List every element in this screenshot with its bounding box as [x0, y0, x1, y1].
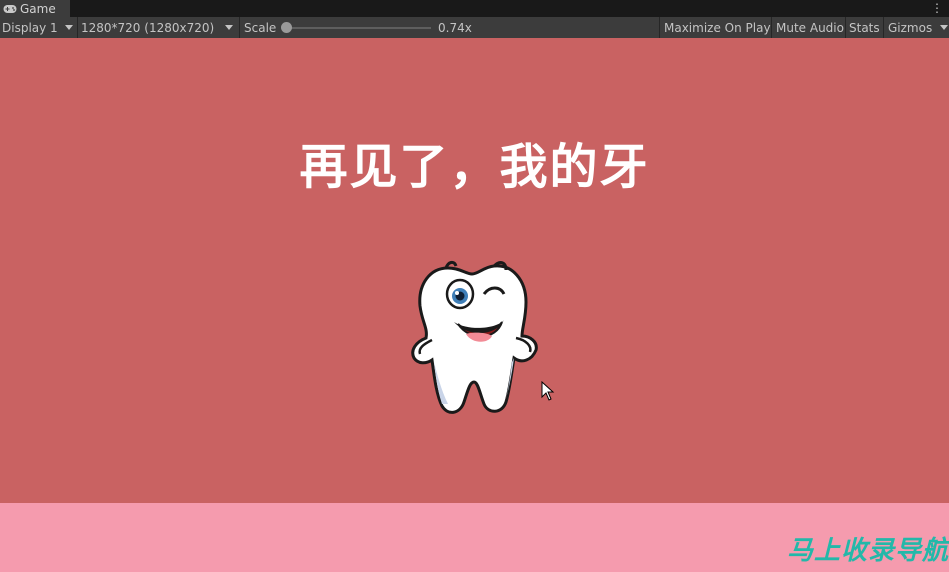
tab-game-label: Game — [20, 1, 56, 16]
mute-audio-toggle[interactable]: Mute Audio — [776, 17, 844, 38]
resolution-dropdown[interactable]: 1280*720 (1280x720) — [81, 17, 237, 38]
stats-toggle[interactable]: Stats — [849, 17, 880, 38]
scale-label: Scale — [244, 20, 277, 35]
mouse-pointer-icon — [541, 381, 555, 401]
chevron-down-icon — [225, 25, 233, 30]
tab-game[interactable]: Game — [0, 0, 70, 17]
resolution-dropdown-label: 1280*720 (1280x720) — [81, 20, 215, 35]
watermark-text: 马上收录导航 — [786, 536, 949, 566]
tooth-character[interactable] — [408, 254, 542, 416]
game-title: 再见了，我的牙 — [299, 139, 650, 195]
gizmos-dropdown[interactable]: Gizmos — [888, 17, 949, 38]
maximize-on-play-toggle[interactable]: Maximize On Play — [664, 17, 771, 38]
scale-slider-handle[interactable] — [281, 22, 292, 33]
window-tab-bar: Game ⋮ — [0, 0, 949, 17]
gamepad-icon — [3, 4, 17, 13]
chevron-down-icon — [940, 25, 948, 30]
scale-value: 0.74x — [438, 20, 472, 35]
scale-slider-track[interactable] — [287, 27, 431, 29]
display-dropdown[interactable]: Display 1 — [2, 17, 76, 38]
gizmos-label: Gizmos — [888, 20, 933, 35]
display-dropdown-label: Display 1 — [2, 20, 58, 35]
chevron-down-icon — [65, 25, 73, 30]
more-options-icon[interactable]: ⋮ — [931, 1, 943, 15]
game-toolbar: Display 1 1280*720 (1280x720) Scale 0.74… — [0, 17, 949, 38]
